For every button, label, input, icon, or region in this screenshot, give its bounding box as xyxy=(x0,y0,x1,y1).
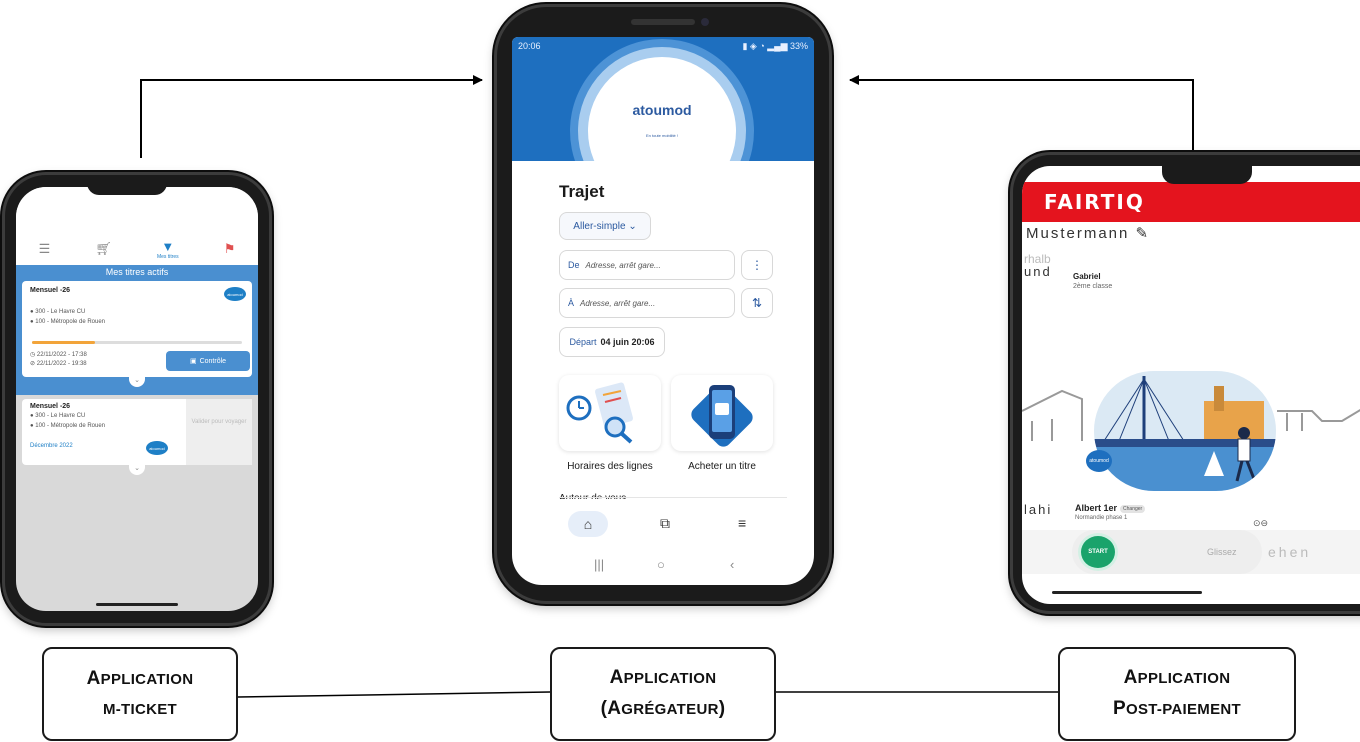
ticket-line-a: ● 300 - Le Havre CU xyxy=(30,413,86,419)
menu-icon[interactable]: ≡ xyxy=(738,515,746,531)
atoumod-logo: atoumod xyxy=(632,102,692,118)
label-mticket-line1: APPLICATION xyxy=(86,667,194,689)
chevron-down-icon: ⌄ xyxy=(628,220,637,232)
phone-speaker xyxy=(631,19,695,25)
mticket-screen: ☰ 🛒︎ ▼ Mes titres ⚑ Mes titres actifs Men… xyxy=(16,187,258,611)
phone-notch xyxy=(87,175,167,195)
ghost-text: lahi xyxy=(1024,502,1053,517)
ghost-text: und xyxy=(1024,264,1052,279)
ticket-line-b: ● 100 - Métropole de Rouen xyxy=(30,423,106,429)
validate-button[interactable]: Valider pour voyager xyxy=(186,399,252,465)
atoumod-chip-icon: atoumod xyxy=(146,441,168,455)
home-circle-icon[interactable]: ○ xyxy=(657,557,665,572)
edit-icon[interactable]: ✎ xyxy=(1136,225,1151,242)
tickets-icon[interactable]: ▼ Mes titres xyxy=(157,239,179,260)
city-illustration xyxy=(1094,371,1276,491)
nav-divider xyxy=(559,497,787,498)
ticket-date-end: ⊘ 22/11/2022 - 19:38 xyxy=(30,361,87,367)
tickets-caption: Mes titres xyxy=(156,253,179,260)
trip-type-select[interactable]: Aller-simple ⌄ xyxy=(559,212,651,240)
label-aggregator-line2: (AGRÉGATEUR) xyxy=(600,698,726,719)
control-button[interactable]: ▣ Contrôle xyxy=(166,351,250,371)
ticket-icon[interactable]: ⧉ xyxy=(660,515,670,532)
page-title: Trajet xyxy=(559,182,605,201)
label-mticket-line2: M-TICKET xyxy=(102,700,178,718)
phone-notch xyxy=(1162,166,1252,184)
arrow-postpaid-to-aggregator xyxy=(849,75,1194,160)
atoumod-chip-icon: atoumod xyxy=(224,287,246,301)
mticket-nav: ☰ 🛒︎ ▼ Mes titres ⚑ xyxy=(16,237,258,261)
mobile-ticket-icon xyxy=(691,385,753,447)
ticket-validity-fill xyxy=(32,341,95,344)
stop-zone: Normandie phase 1 xyxy=(1075,515,1128,521)
slide-hint: Glissez xyxy=(1207,547,1237,557)
to-field[interactable]: À Adresse, arrêt gare... xyxy=(559,288,735,318)
back-icon[interactable]: ‹ xyxy=(730,557,734,572)
chevron-down-icon[interactable]: ⌄ xyxy=(129,465,145,475)
from-label: De xyxy=(568,260,580,270)
aggregator-header: atoumod En toute mobilité ! 20:06 ▮ ◈ ◔ … xyxy=(512,37,814,161)
timetable-tile[interactable] xyxy=(559,375,661,451)
menu-icon[interactable]: ☰ xyxy=(39,241,51,257)
passenger-name: Gabriel xyxy=(1073,272,1101,281)
status-time: 20:06 xyxy=(518,41,541,51)
start-button[interactable]: START xyxy=(1078,533,1118,571)
phone-aggregator: atoumod En toute mobilité ! 20:06 ▮ ◈ ◔ … xyxy=(494,4,832,604)
buy-ticket-label: Acheter un titre xyxy=(688,461,756,472)
ticket-title: Mensuel -26 xyxy=(30,403,71,410)
travel-class: 2ème classe xyxy=(1073,283,1113,290)
home-indicator[interactable] xyxy=(1052,591,1202,594)
atoumod-badge-icon: atoumod xyxy=(1086,450,1112,472)
stop-name: Albert 1er Changer xyxy=(1075,503,1146,513)
ticket-period: Décembre 2022 xyxy=(30,443,73,449)
timetable-icon xyxy=(566,382,633,444)
mticket-band-title: Mes titres actifs xyxy=(105,267,169,277)
timetable-label: Horaires des lignes xyxy=(567,461,653,472)
cart-icon[interactable]: 🛒︎ xyxy=(95,241,112,257)
to-label: À xyxy=(568,298,575,308)
ticket-validity-bar xyxy=(32,341,242,344)
toggle-icon[interactable]: ⊙⊖ xyxy=(1253,518,1268,529)
from-field[interactable]: De Adresse, arrêt gare... xyxy=(559,250,735,280)
user-name: Mustermann ✎ xyxy=(1026,225,1151,242)
ghost-text: ehen xyxy=(1268,544,1312,560)
swap-icon[interactable]: ⇅ xyxy=(741,288,773,318)
from-placeholder: Adresse, arrêt gare... xyxy=(585,260,661,270)
fairtiq-logo: FAIRTIQ xyxy=(1044,190,1145,214)
departure-label: Départ xyxy=(569,337,597,347)
line-mticket-aggregator xyxy=(237,691,551,698)
aggregator-screen: atoumod En toute mobilité ! 20:06 ▮ ◈ ◔ … xyxy=(512,37,814,585)
home-icon[interactable]: ⌂ xyxy=(568,511,608,537)
phone-postpaid: FAIRTIQ Mustermann ✎ rhalb und Gabriel 2… xyxy=(1010,152,1360,614)
arrow-mticket-to-aggregator xyxy=(140,75,483,158)
phone-camera xyxy=(701,18,709,26)
notification-icon[interactable]: ⚑ xyxy=(224,241,236,257)
status-battery: ▮ ◈ ◔ ▂▄▆ 33% xyxy=(742,41,808,51)
ticket-title: Mensuel -26 xyxy=(30,287,71,294)
label-postpaid-line2: POST-PAIEMENT xyxy=(1113,698,1241,719)
postpaid-screen: FAIRTIQ Mustermann ✎ rhalb und Gabriel 2… xyxy=(1022,166,1360,604)
atoumod-tagline: En toute mobilité ! xyxy=(645,133,679,138)
label-aggregator: APPLICATION (AGRÉGATEUR) xyxy=(550,647,776,741)
departure-value: 04 juin 20:06 xyxy=(600,337,655,347)
label-aggregator-line1: APPLICATION xyxy=(609,667,717,688)
ticket-line-a: ● 300 - Le Havre CU xyxy=(30,309,86,315)
more-options-button[interactable]: ⋮ xyxy=(741,250,773,280)
buy-ticket-tile[interactable] xyxy=(671,375,773,451)
change-stop-button[interactable]: Changer xyxy=(1120,504,1146,513)
departure-field[interactable]: Départ 04 juin 20:06 xyxy=(559,327,665,357)
to-placeholder: Adresse, arrêt gare... xyxy=(580,298,656,308)
ticket-date-start: ◷ 22/11/2022 - 17:38 xyxy=(30,352,87,358)
label-postpaid-line1: APPLICATION xyxy=(1123,667,1231,688)
recent-apps-icon[interactable]: ||| xyxy=(594,557,604,572)
home-indicator[interactable] xyxy=(96,603,178,606)
ticket-card-active[interactable]: Mensuel -26 atoumod ● 300 - Le Havre CU … xyxy=(22,281,252,377)
label-mticket: APPLICATION M-TICKET xyxy=(42,647,238,741)
label-postpaid: APPLICATION POST-PAIEMENT xyxy=(1058,647,1296,741)
ticket-line-b: ● 100 - Métropole de Rouen xyxy=(30,319,106,325)
phone-mticket: ☰ 🛒︎ ▼ Mes titres ⚑ Mes titres actifs Men… xyxy=(2,172,272,626)
status-bar: 20:06 ▮ ◈ ◔ ▂▄▆ 33% xyxy=(518,41,808,52)
